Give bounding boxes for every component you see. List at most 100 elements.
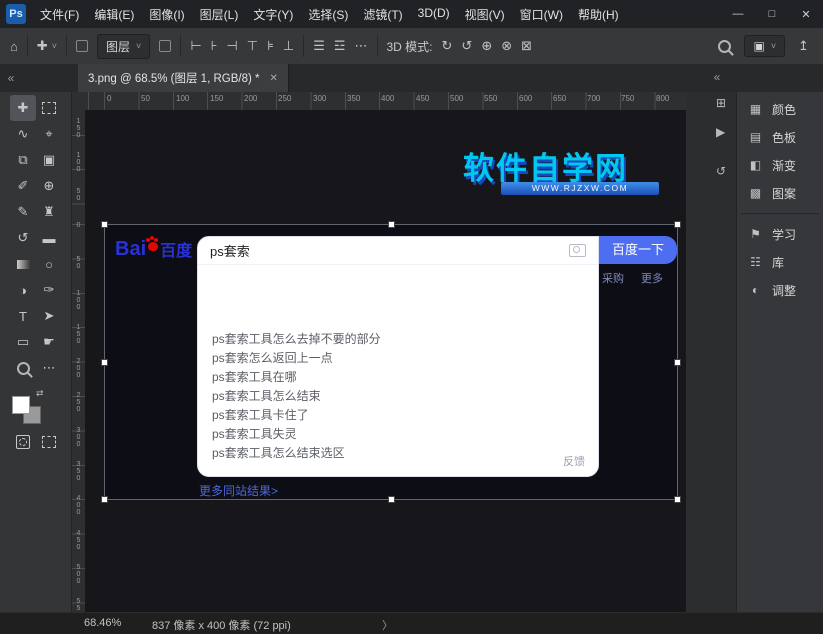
- 3d-pan-icon[interactable]: ⊕: [481, 38, 492, 54]
- foreground-color-swatch[interactable]: [12, 396, 30, 414]
- 3d-rotate-icon[interactable]: ↻: [442, 38, 453, 54]
- share-icon[interactable]: ↥: [798, 38, 809, 54]
- pen-tool[interactable]: ✑: [36, 277, 62, 303]
- menu-filter[interactable]: 滤镜(T): [363, 6, 402, 23]
- vertical-ruler[interactable]: 1 5 0 1 0 0 5 0 0 5 0 1 0 0 1 5 0 2 0 0 …: [72, 110, 86, 612]
- blur-tool[interactable]: ○: [36, 251, 62, 277]
- transform-handle[interactable]: [388, 221, 395, 228]
- edit-toolbar-button[interactable]: ⋯: [36, 355, 62, 381]
- panel-label: 颜色: [772, 101, 796, 118]
- blur-icon: ○: [45, 257, 53, 272]
- ruler-label: 250: [278, 94, 291, 103]
- menu-layer[interactable]: 图层(L): [200, 6, 239, 23]
- object-selection-tool[interactable]: ⌖: [36, 121, 62, 147]
- actions-panel-icon[interactable]: ▶: [716, 125, 725, 139]
- distribute-horizontal-icon[interactable]: ☰: [313, 38, 325, 54]
- gradient-tool[interactable]: [10, 251, 36, 277]
- lasso-tool[interactable]: ∿: [10, 121, 36, 147]
- 3d-roll-icon[interactable]: ↺: [461, 38, 472, 54]
- menu-help[interactable]: 帮助(H): [578, 6, 619, 23]
- rectangular-marquee-tool[interactable]: [36, 95, 62, 121]
- patterns-panel-tab[interactable]: ▩ 图案: [737, 179, 823, 207]
- transform-handle[interactable]: [674, 359, 681, 366]
- ruler-label: 350: [347, 94, 360, 103]
- auto-select-value: 图层: [106, 38, 130, 55]
- quick-mask-button[interactable]: [10, 429, 36, 455]
- tool-preset-picker[interactable]: ✚ ˅: [37, 38, 57, 54]
- menu-window[interactable]: 窗口(W): [520, 6, 563, 23]
- swap-colors-icon[interactable]: ⇄: [36, 388, 44, 399]
- menu-edit[interactable]: 编辑(E): [94, 6, 134, 23]
- zoom-icon: [17, 362, 30, 375]
- status-chevron-icon[interactable]: 〉: [382, 617, 393, 633]
- shape-tool[interactable]: ▭: [10, 329, 36, 355]
- align-left-icon[interactable]: ⊢: [190, 38, 201, 54]
- history-brush-tool[interactable]: ↺: [10, 225, 36, 251]
- type-tool[interactable]: T: [10, 303, 36, 329]
- transform-handle[interactable]: [674, 221, 681, 228]
- workspace-switcher[interactable]: ▣ ˅: [744, 35, 785, 57]
- align-middle-icon[interactable]: ⊧: [267, 38, 274, 54]
- home-icon[interactable]: ⌂: [10, 39, 18, 54]
- swatches-panel-tab[interactable]: ▤ 色板: [737, 123, 823, 151]
- healing-brush-tool[interactable]: ⊕: [36, 173, 62, 199]
- clone-stamp-tool[interactable]: ♜: [36, 199, 62, 225]
- adjustments-panel-tab[interactable]: ◐ 调整: [737, 276, 823, 304]
- align-top-icon[interactable]: ⊤: [247, 38, 258, 54]
- zoom-tool[interactable]: [10, 355, 36, 381]
- 3d-slide-icon[interactable]: ⊗: [501, 38, 512, 54]
- transform-handle[interactable]: [101, 496, 108, 503]
- transform-handle[interactable]: [388, 496, 395, 503]
- canvas-area[interactable]: Bai 百度 ps套索 ps套索工具怎么去掉不要的部分 ps套索怎么返回上一点 …: [85, 110, 686, 612]
- close-button[interactable]: ✕: [789, 0, 823, 28]
- brush-tool[interactable]: ✎: [10, 199, 36, 225]
- dodge-tool[interactable]: ◑: [10, 277, 36, 303]
- distribute-vertical-icon[interactable]: ☲: [334, 38, 346, 54]
- color-panel-tab[interactable]: ▦ 颜色: [737, 95, 823, 123]
- more-align-options-icon[interactable]: ⋯: [355, 38, 368, 54]
- menu-select[interactable]: 选择(S): [308, 6, 348, 23]
- show-transform-checkbox[interactable]: [159, 40, 171, 52]
- document-tab[interactable]: 3.png @ 68.5% (图层 1, RGB/8) * ✕: [78, 64, 289, 92]
- brush-icon: ✎: [18, 204, 29, 220]
- transform-handle[interactable]: [101, 221, 108, 228]
- search-icon[interactable]: [718, 40, 731, 53]
- hand-tool[interactable]: ☛: [36, 329, 62, 355]
- maximize-button[interactable]: □: [755, 0, 789, 28]
- transform-box[interactable]: [104, 224, 678, 500]
- history-panel-icon[interactable]: ↺: [716, 164, 726, 178]
- menu-view[interactable]: 视图(V): [465, 6, 505, 23]
- minimize-button[interactable]: —: [721, 0, 755, 28]
- toolbar-collapse-icon[interactable]: «: [0, 71, 22, 85]
- gradient-icon: [17, 260, 30, 269]
- frame-tool[interactable]: ▣: [36, 147, 62, 173]
- document-info[interactable]: 837 像素 x 400 像素 (72 ppi): [152, 617, 291, 633]
- path-selection-tool[interactable]: ➤: [36, 303, 62, 329]
- screen-mode-button[interactable]: [36, 429, 62, 455]
- 3d-scale-icon[interactable]: ⊠: [521, 38, 532, 54]
- eyedropper-tool[interactable]: ✐: [10, 173, 36, 199]
- libraries-panel-tab[interactable]: ☷ 库: [737, 248, 823, 276]
- ruler-label: 0: [107, 94, 111, 103]
- dock-collapse-icon[interactable]: «: [706, 70, 728, 84]
- horizontal-ruler[interactable]: 0 50 100 150 200 250 300 350 400 450 500…: [85, 92, 686, 111]
- align-bottom-icon[interactable]: ⊥: [283, 38, 294, 54]
- menu-image[interactable]: 图像(I): [149, 6, 184, 23]
- gradients-panel-tab[interactable]: ◧ 渐变: [737, 151, 823, 179]
- align-right-icon[interactable]: ⊣: [226, 38, 237, 54]
- transform-handle[interactable]: [674, 496, 681, 503]
- auto-select-checkbox[interactable]: [76, 40, 88, 52]
- align-center-horizontal-icon[interactable]: ⊦: [211, 38, 218, 54]
- auto-select-dropdown[interactable]: 图层 ˅: [97, 34, 150, 59]
- learn-panel-tab[interactable]: ⚑ 学习: [737, 220, 823, 248]
- menu-type[interactable]: 文字(Y): [253, 6, 293, 23]
- menu-file[interactable]: 文件(F): [40, 6, 79, 23]
- move-tool[interactable]: ✚: [10, 95, 36, 121]
- eraser-tool[interactable]: ▬: [36, 225, 62, 251]
- menu-3d[interactable]: 3D(D): [418, 6, 450, 23]
- tab-close-icon[interactable]: ✕: [269, 73, 277, 84]
- zoom-level[interactable]: 68.46%: [84, 617, 121, 629]
- crop-tool[interactable]: ⧉: [10, 147, 36, 173]
- transform-handle[interactable]: [101, 359, 108, 366]
- info-panel-icon[interactable]: ⊞: [716, 96, 726, 110]
